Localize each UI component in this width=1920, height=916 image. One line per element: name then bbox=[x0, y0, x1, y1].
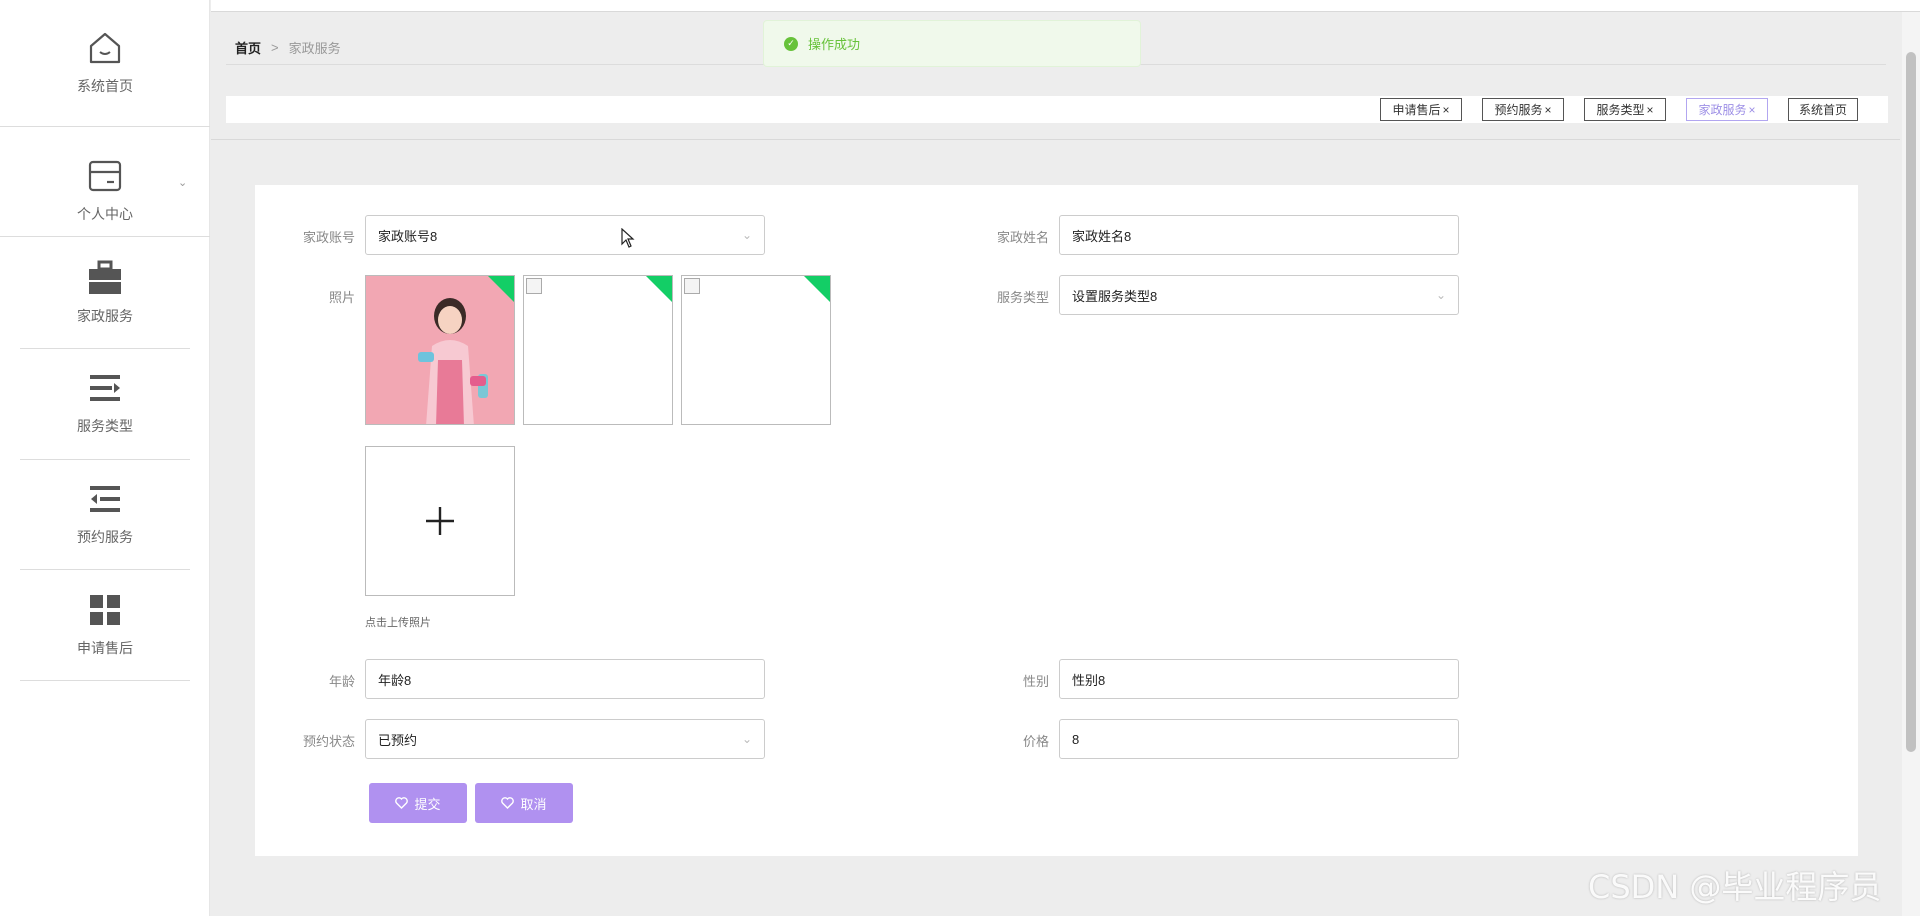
tag-label: 预约服务 bbox=[1494, 103, 1543, 117]
sidebar-item-label: 个人中心 bbox=[77, 206, 133, 222]
breadcrumb-home[interactable]: 首页 bbox=[235, 38, 261, 57]
chevron-down-icon: ⌄ bbox=[1435, 288, 1446, 302]
service-type-select[interactable]: 设置服务类型8 ⌄ bbox=[1059, 275, 1459, 315]
status-value: 已预约 bbox=[378, 732, 418, 748]
heart-icon bbox=[395, 797, 409, 809]
close-icon[interactable]: × bbox=[1749, 103, 1756, 117]
sidebar-item-booking[interactable]: 预约服务 bbox=[0, 479, 210, 547]
upload-photo-button[interactable] bbox=[365, 446, 515, 596]
breadcrumb: 首页 > 家政服务 bbox=[235, 38, 341, 57]
tag-housekeeping[interactable]: 家政服务 × bbox=[1686, 98, 1768, 121]
divider bbox=[0, 236, 210, 237]
close-icon[interactable]: × bbox=[1545, 103, 1552, 117]
age-input[interactable] bbox=[365, 659, 765, 699]
gender-input[interactable] bbox=[1059, 659, 1459, 699]
service-type-value: 设置服务类型8 bbox=[1072, 288, 1158, 304]
gender-label: 性别 bbox=[1022, 674, 1049, 689]
toast-message: 操作成功 bbox=[808, 37, 861, 52]
account-select[interactable]: 家政账号8 ⌄ bbox=[365, 215, 765, 255]
breadcrumb-current: 家政服务 bbox=[288, 41, 341, 56]
tag-label: 家政服务 bbox=[1698, 103, 1747, 117]
broken-image-icon bbox=[526, 278, 542, 294]
submit-label: 提交 bbox=[414, 796, 441, 812]
status-select[interactable]: 已预约 ⌄ bbox=[365, 719, 765, 759]
tag-home[interactable]: 系统首页 bbox=[1788, 98, 1858, 121]
grid-icon bbox=[85, 590, 125, 630]
tag-booking[interactable]: 预约服务 × bbox=[1482, 98, 1564, 121]
photo-thumbnail[interactable] bbox=[523, 275, 673, 425]
chevron-down-icon: ⌄ bbox=[741, 732, 752, 746]
age-label: 年龄 bbox=[328, 674, 355, 689]
photo-label: 照片 bbox=[328, 290, 355, 305]
submit-button[interactable]: 提交 bbox=[369, 783, 467, 823]
name-label: 家政姓名 bbox=[996, 230, 1049, 245]
home-icon bbox=[85, 28, 125, 68]
close-icon[interactable]: × bbox=[1443, 103, 1450, 117]
photo-thumbnail[interactable] bbox=[365, 275, 515, 425]
plus-icon bbox=[426, 507, 454, 535]
status-label: 预约状态 bbox=[302, 734, 355, 749]
briefcase-icon bbox=[85, 258, 125, 298]
heart-icon bbox=[501, 797, 515, 809]
sidebar-item-label: 家政服务 bbox=[77, 308, 133, 324]
divider bbox=[20, 459, 190, 460]
tag-label: 系统首页 bbox=[1798, 103, 1847, 117]
mouse-cursor-icon bbox=[621, 228, 635, 248]
sidebar-item-label: 系统首页 bbox=[77, 78, 133, 94]
divider bbox=[20, 569, 190, 570]
sidebar-item-label: 申请售后 bbox=[77, 640, 133, 656]
watermark: CSDN @毕业程序员 bbox=[1588, 868, 1882, 906]
tag-after-sales[interactable]: 申请售后 × bbox=[1380, 98, 1462, 121]
service-type-label: 服务类型 bbox=[996, 290, 1049, 305]
broken-image-icon bbox=[684, 278, 700, 294]
selected-badge bbox=[645, 276, 672, 303]
sidebar-item-housekeeping[interactable]: 家政服务 bbox=[0, 258, 210, 326]
close-icon[interactable]: × bbox=[1647, 103, 1654, 117]
price-input[interactable] bbox=[1059, 719, 1459, 759]
wallet-icon bbox=[85, 156, 125, 196]
selected-badge bbox=[803, 276, 830, 303]
sidebar-item-after-sales[interactable]: 申请售后 bbox=[0, 590, 210, 658]
success-toast: ✓ 操作成功 bbox=[763, 20, 1141, 67]
sidebar-item-personal[interactable]: 个人中心 bbox=[0, 156, 210, 224]
sidebar-item-service-type[interactable]: 服务类型 bbox=[0, 368, 210, 436]
list-arrow-icon bbox=[85, 368, 125, 408]
breadcrumb-separator: > bbox=[271, 40, 279, 55]
divider bbox=[0, 126, 210, 127]
sidebar-item-home[interactable]: 系统首页 bbox=[0, 28, 210, 96]
check-circle-icon: ✓ bbox=[784, 36, 798, 51]
chevron-down-icon[interactable]: ⌄ bbox=[178, 176, 188, 189]
divider bbox=[20, 680, 190, 681]
scrollbar-thumb[interactable] bbox=[1906, 52, 1916, 752]
divider bbox=[211, 139, 1900, 140]
sidebar: 系统首页 个人中心 ⌄ 家政服务 服务类型 预约服务 申请售后 bbox=[0, 0, 210, 916]
selected-badge bbox=[487, 276, 514, 303]
cancel-label: 取消 bbox=[520, 796, 547, 812]
list-indent-icon bbox=[85, 479, 125, 519]
sidebar-item-label: 服务类型 bbox=[77, 418, 133, 434]
account-value: 家政账号8 bbox=[378, 228, 438, 244]
top-bar bbox=[211, 0, 1920, 12]
tag-service-type[interactable]: 服务类型 × bbox=[1584, 98, 1666, 121]
account-label: 家政账号 bbox=[302, 230, 355, 245]
chevron-down-icon: ⌄ bbox=[741, 228, 752, 242]
tag-label: 申请售后 bbox=[1392, 103, 1441, 117]
upload-hint: 点击上传照片 bbox=[365, 617, 431, 629]
divider bbox=[20, 348, 190, 349]
price-label: 价格 bbox=[1022, 734, 1049, 749]
name-input[interactable] bbox=[1059, 215, 1459, 255]
cancel-button[interactable]: 取消 bbox=[475, 783, 573, 823]
photo-thumbnail[interactable] bbox=[681, 275, 831, 425]
sidebar-item-label: 预约服务 bbox=[77, 529, 133, 545]
tag-label: 服务类型 bbox=[1596, 103, 1645, 117]
